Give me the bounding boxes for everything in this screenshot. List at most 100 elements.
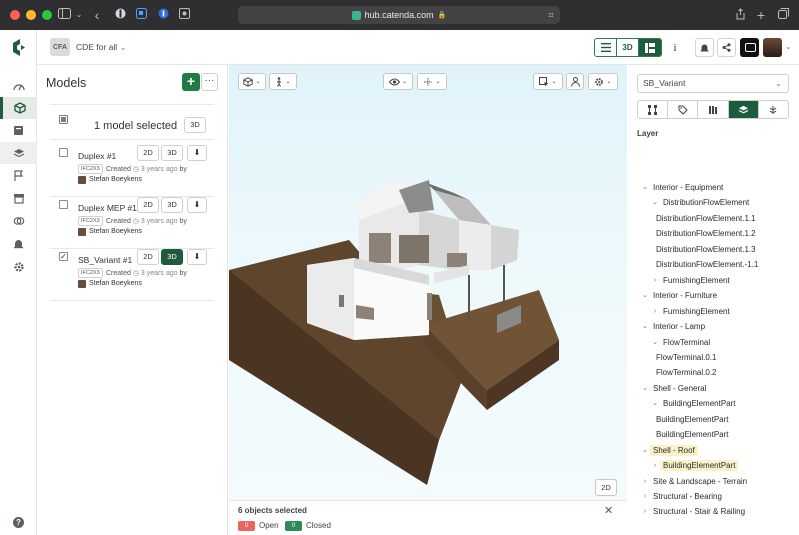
reader-extension-icon[interactable]: [177, 8, 191, 22]
tab-tree[interactable]: [638, 101, 669, 118]
chevron-down-icon[interactable]: ⌄: [641, 181, 649, 195]
tab-systems[interactable]: [759, 101, 788, 118]
layer-tree-item[interactable]: ⌄ Interior - Lamp: [642, 320, 708, 334]
person-view-button[interactable]: [566, 73, 584, 90]
open-3d-button[interactable]: 3D: [161, 249, 183, 265]
chevron-down-icon[interactable]: ⌄: [651, 397, 659, 411]
share-button[interactable]: [717, 38, 736, 57]
layer-tree-item[interactable]: › BuildingElementPart: [654, 459, 739, 473]
add-model-button[interactable]: +: [182, 73, 200, 91]
split-view-button[interactable]: [639, 39, 661, 56]
open-2d-button[interactable]: 2D: [137, 249, 159, 265]
sidebar-toggle-icon[interactable]: [57, 8, 71, 22]
chevron-right-icon[interactable]: ›: [651, 274, 659, 288]
layer-tree-item[interactable]: ⌄ FlowTerminal: [652, 336, 713, 350]
model-checkbox[interactable]: [59, 148, 68, 157]
layer-tree-item[interactable]: ⌄ Shell - General: [642, 382, 709, 396]
layer-tree-item[interactable]: ⌄ DistributionFlowElement: [652, 196, 752, 210]
notifications-icon[interactable]: [0, 233, 37, 255]
project-selector[interactable]: CDE for all ⌄: [76, 42, 127, 53]
user-avatar[interactable]: [763, 38, 782, 57]
model-select[interactable]: SB_Variant ⌄: [637, 74, 789, 93]
share-icon[interactable]: [733, 8, 747, 22]
extension-icon[interactable]: [134, 8, 148, 22]
chevron-right-icon[interactable]: ›: [651, 459, 659, 473]
tab-classification[interactable]: [698, 101, 729, 118]
minimize-window-button[interactable]: [26, 10, 36, 20]
archive-icon[interactable]: [0, 187, 37, 209]
chevron-down-icon[interactable]: ⌄: [641, 444, 649, 458]
settings-gear-icon[interactable]: [0, 256, 37, 278]
open-2d-button[interactable]: 2D: [137, 145, 159, 161]
3d-view-button[interactable]: 3D: [617, 39, 639, 56]
onepassword-icon[interactable]: [156, 8, 170, 22]
select-all-checkbox[interactable]: [59, 115, 68, 124]
download-icon[interactable]: ⬇: [187, 249, 207, 265]
chevron-right-icon[interactable]: ›: [641, 505, 649, 519]
model-checkbox[interactable]: [59, 200, 68, 209]
issues-icon[interactable]: [0, 165, 37, 187]
closed-count-badge[interactable]: 0: [285, 521, 302, 531]
viewpoint-dropdown[interactable]: ⌄: [533, 73, 563, 90]
chevron-right-icon[interactable]: ›: [641, 490, 649, 504]
layer-tree-item[interactable]: › FurnishingElement: [654, 274, 733, 288]
chevron-down-icon[interactable]: ⌄: [641, 320, 649, 334]
navigation-mode-dropdown[interactable]: ⌄: [269, 73, 297, 90]
open-selected-3d-button[interactable]: 3D: [184, 117, 206, 133]
download-icon[interactable]: ⬇: [187, 145, 207, 161]
layer-tree-item[interactable]: DistributionFlowElement.1.2: [653, 227, 759, 241]
building-model-render[interactable]: [229, 125, 627, 485]
object-tools-dropdown[interactable]: ⌄: [238, 73, 266, 90]
layer-tree-item[interactable]: FlowTerminal.0.1: [653, 351, 719, 365]
documents-icon[interactable]: [0, 119, 37, 141]
model-checkbox-checked[interactable]: ✓: [59, 252, 68, 261]
layer-tree-item[interactable]: › FurnishingElement: [654, 305, 733, 319]
model-name[interactable]: Duplex MEP #1: [78, 203, 137, 213]
layer-tree-item[interactable]: › Structural - Stair & Railing: [644, 505, 748, 519]
models-icon[interactable]: [0, 97, 37, 119]
visibility-dropdown[interactable]: ⌄: [383, 73, 413, 90]
model-name[interactable]: Duplex #1: [78, 151, 116, 161]
dashboard-icon[interactable]: [0, 75, 37, 97]
close-icon[interactable]: ✕: [604, 504, 613, 517]
layer-tree-item[interactable]: BuildingElementPart: [653, 413, 731, 427]
layer-tree-item[interactable]: ⌄ Interior - Equipment: [642, 181, 726, 195]
layer-tree-item[interactable]: DistributionFlowElement.1.1: [653, 212, 759, 226]
chevron-right-icon[interactable]: ›: [651, 305, 659, 319]
layer-tree-item[interactable]: DistributionFlowElement.1.3: [653, 243, 759, 257]
open-2d-button[interactable]: 2D: [137, 197, 159, 213]
layer-tree-item[interactable]: ⌄ Shell - Roof: [642, 444, 698, 458]
layer-tree-item[interactable]: FlowTerminal.0.2: [653, 366, 719, 380]
model-row[interactable]: ✓ SB_Variant #1 2D 3D ⬇ IFC2X3 Created ◷…: [50, 249, 214, 301]
layer-tree-item[interactable]: › Site & Landscape - Terrain: [644, 475, 750, 489]
list-view-button[interactable]: [595, 39, 617, 56]
help-icon[interactable]: ?: [13, 517, 24, 528]
more-options-button[interactable]: ···: [201, 73, 218, 91]
open-3d-button[interactable]: 3D: [161, 197, 183, 213]
sync-icon[interactable]: [0, 210, 37, 232]
chevron-down-icon[interactable]: ⌄: [641, 289, 649, 303]
layer-tree-item[interactable]: ⌄ Interior - Furniture: [642, 289, 720, 303]
project-badge[interactable]: CFA: [50, 38, 70, 56]
chevron-down-icon[interactable]: ⌄: [651, 336, 659, 350]
tab-properties[interactable]: [668, 101, 699, 118]
model-row[interactable]: Duplex #1 2D 3D ⬇ IFC2X3 Created ◷ 3 yea…: [50, 145, 214, 197]
section-tools-dropdown[interactable]: ⌄: [417, 73, 447, 90]
tab-layers[interactable]: [728, 101, 759, 118]
chevron-down-icon[interactable]: ⌄: [72, 8, 86, 22]
zoom-window-button[interactable]: [42, 10, 52, 20]
open-3d-button[interactable]: 3D: [161, 145, 183, 161]
catenda-logo-icon[interactable]: [11, 39, 26, 56]
model-row[interactable]: Duplex MEP #1 2D 3D ⬇ IFC2X3 Created ◷ 3…: [50, 197, 214, 249]
3d-viewer[interactable]: ⌄ ⌄ ⌄ ⌄ ⌄ ⌄ 2D 6 objects selected ✕ 0 Op…: [229, 65, 627, 535]
layers-icon[interactable]: [0, 142, 37, 164]
page-settings-icon[interactable]: ⌗: [544, 8, 558, 22]
notifications-bell-button[interactable]: [695, 38, 714, 57]
2d-view-toggle[interactable]: 2D: [595, 479, 617, 496]
user-menu-chevron-icon[interactable]: ⌄: [785, 42, 792, 51]
layer-tree-item[interactable]: BuildingElementPart: [653, 428, 731, 442]
layer-tree-item[interactable]: › Structural - Bearing: [644, 490, 725, 504]
layer-tree-item[interactable]: ⌄ BuildingElementPart: [652, 397, 738, 411]
chevron-right-icon[interactable]: ›: [641, 475, 649, 489]
new-tab-icon[interactable]: +: [754, 8, 768, 22]
